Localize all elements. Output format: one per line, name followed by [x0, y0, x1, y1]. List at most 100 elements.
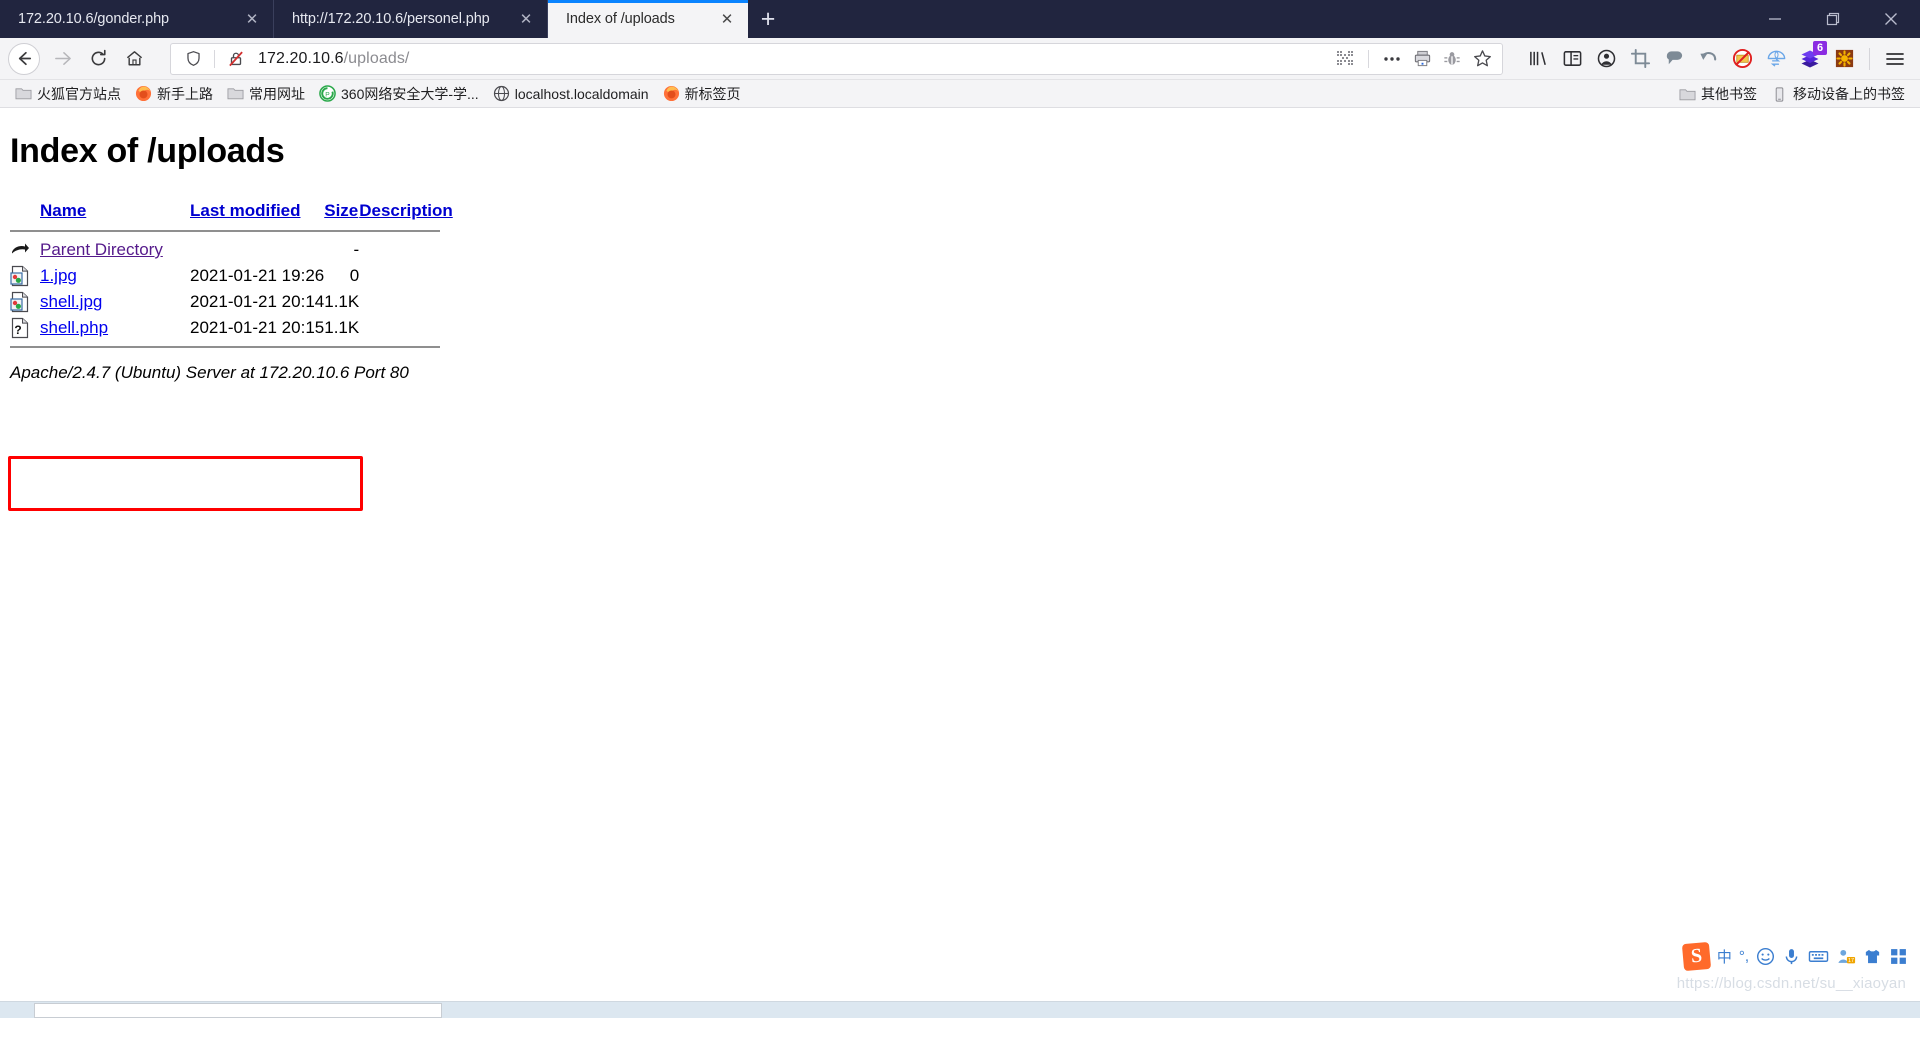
bookmarks-bar-right: 其他书签 移动设备上的书签 [1672, 80, 1912, 108]
header-name: Name [40, 201, 190, 225]
hamburger-menu-icon[interactable] [1878, 42, 1912, 76]
shield-icon[interactable] [179, 46, 207, 72]
browser-tab-active[interactable]: Index of /uploads ✕ [548, 0, 748, 38]
navigation-toolbar: 172.20.10.6/uploads/ 6 [0, 38, 1920, 80]
adblock-icon[interactable] [1725, 42, 1759, 76]
reload-icon[interactable] [80, 42, 116, 76]
svg-text:?: ? [14, 323, 21, 337]
horizontal-scrollbar[interactable] [0, 1001, 1920, 1018]
browser-tab[interactable]: 172.20.10.6/gonder.php ✕ [0, 0, 274, 38]
ime-skin-icon[interactable] [1863, 946, 1882, 968]
row-size: 0 [349, 266, 360, 285]
ime-keyboard-icon[interactable] [1808, 946, 1829, 968]
table-row[interactable]: shell.jpg 2021-01-21 20:14 1.1K [10, 289, 453, 315]
stack-extension-icon[interactable]: 6 [1793, 40, 1827, 76]
bookmark-label: 常用网址 [249, 85, 305, 102]
ime-toolbar[interactable]: S 中 °, 17 [1681, 941, 1908, 972]
header-description: Description [359, 201, 453, 225]
address-bar-actions [1331, 46, 1496, 72]
bookmark-item[interactable]: 常用网址 [220, 82, 312, 106]
star-icon[interactable] [1468, 46, 1496, 72]
file-link[interactable]: shell.jpg [40, 292, 102, 311]
table-row[interactable]: 1.jpg 2021-01-21 19:26 0 [10, 263, 453, 289]
parent-dir-icon [10, 237, 40, 263]
home-icon[interactable] [116, 42, 152, 76]
ime-voice-icon[interactable] [1782, 946, 1801, 968]
minimize-button[interactable] [1746, 0, 1804, 38]
sort-by-date-link[interactable]: Last modified [190, 201, 301, 220]
parent-directory-link[interactable]: Parent Directory [40, 240, 163, 259]
ime-logo-icon[interactable]: S [1681, 941, 1711, 972]
tab-title: 172.20.10.6/gonder.php [18, 11, 169, 27]
firefox-icon [135, 85, 152, 102]
row-size: - [353, 240, 360, 259]
page-content: Index of /uploads Name Last modified Siz… [0, 108, 1920, 1018]
table-row[interactable]: ? shell.php 2021-01-21 20:15 1.1K [10, 315, 453, 341]
header-last-modified: Last modified [190, 201, 324, 225]
ime-user-icon[interactable]: 17 [1836, 946, 1856, 968]
page-title: Index of /uploads [10, 132, 285, 170]
watermark-text: https://blog.csdn.net/su__xiaoyan [1676, 975, 1906, 992]
tab-close-button[interactable]: ✕ [515, 8, 537, 30]
sun-extension-icon[interactable] [1827, 42, 1861, 76]
undo-arrow-icon[interactable] [1691, 42, 1725, 76]
ime-punctuation[interactable]: °, [1739, 946, 1749, 968]
translate-globe-icon[interactable] [1759, 42, 1793, 76]
row-description [359, 315, 453, 341]
other-bookmarks-item[interactable]: 其他书签 [1672, 82, 1764, 106]
bookmark-item[interactable]: 新标签页 [656, 82, 748, 106]
folder-icon [1679, 88, 1696, 100]
browser-tab[interactable]: http://172.20.10.6/personel.php ✕ [274, 0, 548, 38]
screenshot-crop-icon[interactable] [1623, 42, 1657, 76]
url-text[interactable]: 172.20.10.6/uploads/ [258, 50, 1331, 68]
window-controls [1746, 0, 1920, 38]
page-actions-icon[interactable] [1378, 46, 1406, 72]
sort-by-size-link[interactable]: Size [324, 201, 358, 220]
chat-bubble-icon[interactable] [1657, 42, 1691, 76]
header-size: Size [324, 201, 359, 225]
table-row[interactable]: Parent Directory - [10, 237, 453, 263]
table-header-row: Name Last modified Size Description [10, 201, 453, 225]
new-tab-button[interactable]: + [748, 0, 788, 38]
forward-arrow-icon[interactable] [44, 42, 80, 76]
svg-text:P: P [325, 91, 330, 98]
ime-toolbox-icon[interactable] [1889, 946, 1908, 968]
bookmark-item[interactable]: 火狐官方站点 [8, 82, 128, 106]
scrollbar-thumb[interactable] [34, 1003, 442, 1018]
mobile-bookmarks-item[interactable]: 移动设备上的书签 [1764, 82, 1912, 106]
row-name: 1.jpg [40, 263, 190, 289]
ime-emoji-icon[interactable] [1756, 946, 1775, 968]
bookmark-item[interactable]: 新手上路 [128, 82, 220, 106]
restore-button[interactable] [1804, 0, 1862, 38]
back-arrow-icon[interactable] [8, 42, 40, 75]
qr-code-icon[interactable] [1331, 46, 1359, 72]
browser-actions-toolbar: 6 [1511, 40, 1912, 76]
file-link[interactable]: 1.jpg [40, 266, 77, 285]
bookmark-item[interactable]: localhost.localdomain [486, 82, 656, 106]
insecure-lock-icon[interactable] [222, 46, 250, 72]
sort-by-description-link[interactable]: Description [359, 201, 453, 220]
globe-icon [493, 85, 509, 102]
tab-title: http://172.20.10.6/personel.php [292, 11, 490, 27]
folder-icon [227, 88, 244, 100]
printer-icon[interactable] [1408, 46, 1436, 72]
bug-icon[interactable] [1438, 46, 1466, 72]
server-signature: Apache/2.4.7 (Ubuntu) Server at 172.20.1… [10, 363, 409, 382]
bookmark-item[interactable]: P 360网络安全大学-学... [312, 82, 486, 106]
tab-close-button[interactable]: ✕ [241, 8, 263, 30]
sidebar-icon[interactable] [1555, 42, 1589, 76]
bookmarks-bar: 火狐官方站点 新手上路 常用网址 P 360网络安全大学-学... localh… [0, 80, 1920, 108]
row-name: shell.php [40, 315, 190, 341]
account-icon[interactable] [1589, 42, 1623, 76]
library-icon[interactable] [1521, 42, 1555, 76]
close-button[interactable] [1862, 0, 1920, 38]
mobile-icon [1775, 86, 1784, 102]
sort-by-name-link[interactable]: Name [40, 201, 86, 220]
ime-mode-chinese[interactable]: 中 [1717, 946, 1732, 968]
row-name: Parent Directory [40, 237, 190, 263]
file-link[interactable]: shell.php [40, 318, 108, 337]
row-size: 1.1K [324, 292, 360, 311]
address-bar[interactable]: 172.20.10.6/uploads/ [170, 42, 1503, 75]
tab-close-button[interactable]: ✕ [716, 8, 738, 30]
url-host: 172.20.10.6 [258, 49, 344, 67]
